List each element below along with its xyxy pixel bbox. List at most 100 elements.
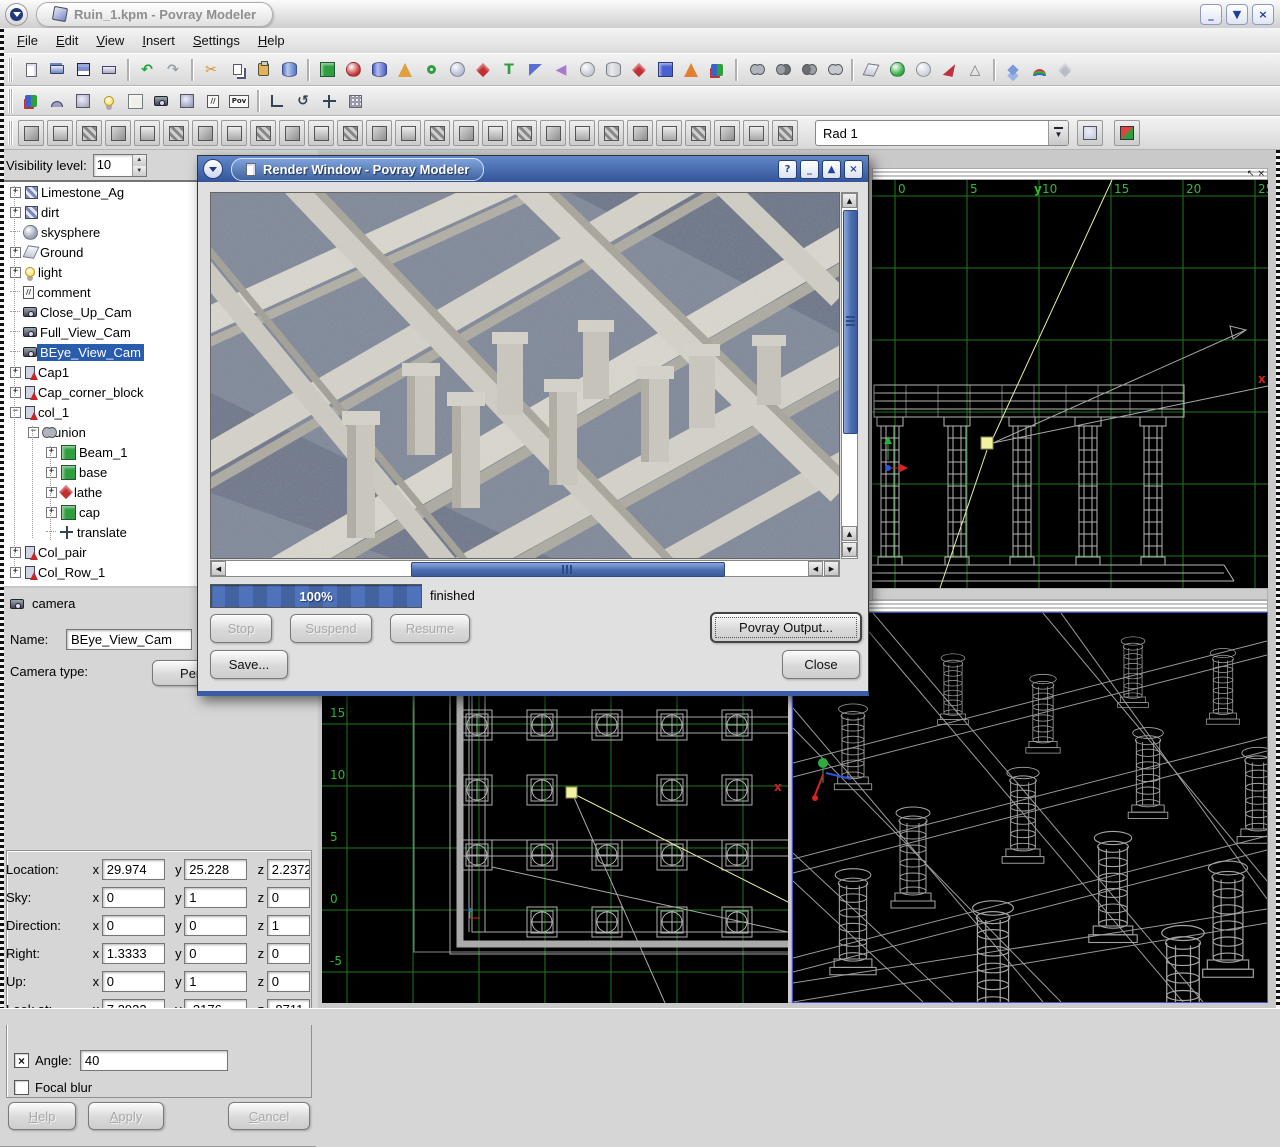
render-settings-button[interactable]: [1077, 120, 1103, 146]
declare-button[interactable]: [704, 57, 730, 83]
pov-declaration-button[interactable]: Pov: [226, 88, 252, 114]
surface-of-revolution-button[interactable]: ◀: [548, 57, 574, 83]
sky-z-field[interactable]: 0: [267, 887, 310, 908]
scale-button[interactable]: [316, 88, 342, 114]
horizontal-splitter[interactable]: [872, 588, 1268, 600]
window-menu-button[interactable]: [5, 3, 28, 26]
wood-pattern-button[interactable]: [482, 120, 508, 146]
resume-button[interactable]: Resume: [390, 614, 470, 643]
spin-up-button[interactable]: ▲: [133, 155, 146, 166]
tree-expander[interactable]: +: [46, 507, 57, 518]
height-field-button[interactable]: [522, 57, 548, 83]
waves-pattern-button[interactable]: [598, 120, 624, 146]
cylinder-button[interactable]: [366, 57, 392, 83]
menu-help[interactable]: Help: [249, 30, 294, 51]
toolbar-handle[interactable]: [8, 58, 13, 82]
julia-fractal-button[interactable]: [470, 57, 496, 83]
scroll-right-button[interactable]: ▶: [824, 561, 839, 576]
tree-expander[interactable]: +: [10, 367, 21, 378]
quadric-button[interactable]: [884, 57, 910, 83]
open-file-button[interactable]: [44, 57, 70, 83]
angle-checkbox[interactable]: ×: [14, 1053, 29, 1068]
csg-difference-button[interactable]: [794, 57, 820, 83]
viewport-restore-button[interactable]: ↖: [1247, 169, 1255, 179]
undo-button[interactable]: ↶: [134, 57, 160, 83]
menu-settings[interactable]: Settings: [184, 30, 249, 51]
toolbar-handle[interactable]: [8, 121, 13, 145]
spin-down-button[interactable]: ▼: [133, 166, 146, 177]
marble-pattern-button[interactable]: [250, 120, 276, 146]
csg-intersection-button[interactable]: [768, 57, 794, 83]
dialog-help-button[interactable]: ?: [778, 160, 797, 179]
superellipsoid-button[interactable]: [652, 57, 678, 83]
window-title-pill[interactable]: Ruin_1.kpm - Povray Modeler: [36, 2, 273, 27]
tree-expander[interactable]: +: [10, 567, 21, 578]
light-source-button[interactable]: [96, 88, 122, 114]
name-field[interactable]: BEye_View_Cam: [66, 629, 192, 650]
spotted-pattern-button[interactable]: [76, 120, 102, 146]
scroll-left-button-2[interactable]: ◀: [808, 561, 823, 576]
dialog-titlebar[interactable]: Render Window - Povray Modeler ?_▲×: [198, 156, 868, 182]
visibility-level-value[interactable]: 10: [94, 155, 132, 176]
leopard-pattern-button[interactable]: [192, 120, 218, 146]
dialog-close-button[interactable]: ×: [844, 160, 863, 179]
delete-button[interactable]: [276, 57, 302, 83]
povray-output-button[interactable]: Povray Output...: [710, 612, 862, 643]
up-z-field[interactable]: 0: [267, 971, 310, 992]
save-button[interactable]: Save...: [210, 650, 288, 679]
viewport-top-right[interactable]: 0510152025 y x: [872, 180, 1268, 588]
color-map-button[interactable]: [337, 120, 363, 146]
sky-y-field[interactable]: 1: [184, 887, 247, 908]
tree-expander[interactable]: +: [46, 447, 57, 458]
visibility-level-spinner[interactable]: 10 ▲ ▼: [93, 154, 147, 177]
location-x-field[interactable]: 29.974: [102, 859, 165, 880]
print-button[interactable]: [96, 57, 122, 83]
stop-button[interactable]: Stop: [210, 614, 272, 643]
box-object-button[interactable]: [122, 88, 148, 114]
direction-x-field[interactable]: 0: [102, 915, 165, 936]
translate-button[interactable]: [264, 88, 290, 114]
vertical-scroll-thumb[interactable]: [843, 210, 858, 434]
tree-expander[interactable]: −: [28, 427, 39, 438]
comment-button[interactable]: //: [200, 88, 226, 114]
cone-button[interactable]: [392, 57, 418, 83]
box-button[interactable]: [314, 57, 340, 83]
right-y-field[interactable]: 0: [184, 943, 247, 964]
texture-button[interactable]: [174, 88, 200, 114]
dialog-minimize-button[interactable]: _: [800, 160, 819, 179]
crackle-pattern-button[interactable]: [308, 120, 334, 146]
scroll-left-button[interactable]: ◀: [211, 561, 226, 576]
new-file-button[interactable]: [18, 57, 44, 83]
sky-x-field[interactable]: 0: [102, 887, 165, 908]
bicubic-patch-button[interactable]: [936, 57, 962, 83]
lathe-button[interactable]: [626, 57, 652, 83]
up-x-field[interactable]: 0: [102, 971, 165, 992]
tree-expander[interactable]: +: [46, 487, 57, 498]
finish-button[interactable]: [44, 88, 70, 114]
location-z-field[interactable]: 2.2372: [267, 859, 310, 880]
ripples-pattern-button[interactable]: [685, 120, 711, 146]
checker-pattern-button[interactable]: [134, 120, 160, 146]
blob-sphere-button[interactable]: [574, 57, 600, 83]
prism-button[interactable]: [678, 57, 704, 83]
menu-edit[interactable]: Edit: [47, 30, 87, 51]
pigment-button[interactable]: [70, 88, 96, 114]
direction-y-field[interactable]: 0: [184, 915, 247, 936]
tree-expander[interactable]: +: [46, 467, 57, 478]
save-file-button[interactable]: [70, 57, 96, 83]
right-x-field[interactable]: 1.3333: [102, 943, 165, 964]
blob-button[interactable]: [444, 57, 470, 83]
wrinkles-pattern-button[interactable]: [366, 120, 392, 146]
average-pattern-button[interactable]: [714, 120, 740, 146]
direction-z-field[interactable]: 1: [267, 915, 310, 936]
minimize-button[interactable]: _: [1200, 4, 1222, 25]
onion-pattern-button[interactable]: [221, 120, 247, 146]
plane-button[interactable]: [858, 57, 884, 83]
apply-button[interactable]: Apply: [88, 1102, 164, 1130]
toolbar-handle[interactable]: [8, 89, 13, 113]
gradient-pattern-button[interactable]: [18, 120, 44, 146]
granite-pattern-button[interactable]: [279, 120, 305, 146]
camera-button[interactable]: [148, 88, 174, 114]
disc-button[interactable]: [910, 57, 936, 83]
scroll-up-button[interactable]: ▲: [842, 193, 857, 208]
